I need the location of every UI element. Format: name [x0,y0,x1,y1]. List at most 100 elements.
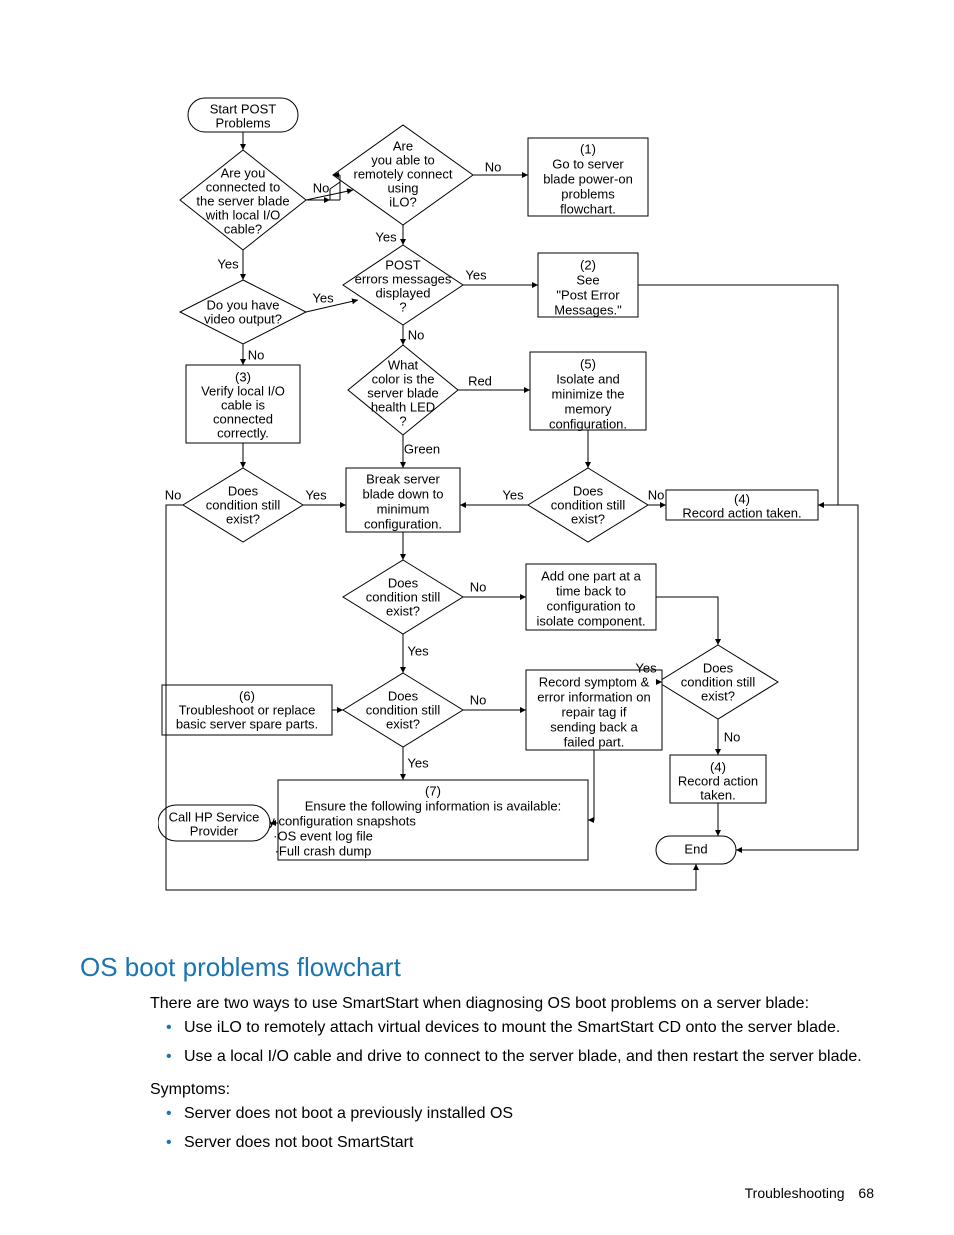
list-item: Use iLO to remotely attach virtual devic… [184,1016,900,1039]
svg-text:Does: Does [573,483,604,498]
svg-text:flowchart.: flowchart. [560,201,616,216]
svg-text:taken.: taken. [700,787,735,802]
svg-text:Red: Red [468,373,492,388]
svg-text:errors messages: errors messages [355,271,452,286]
svg-text:POST: POST [385,257,420,272]
footer-section-label: Troubleshooting [745,1185,845,1201]
list-item: Server does not boot SmartStart [184,1131,900,1154]
svg-text:Yes: Yes [217,256,239,271]
svg-text:configuration.: configuration. [364,516,442,531]
svg-text:displayed: displayed [376,285,431,300]
svg-text:repair tag if: repair tag if [561,704,626,719]
svg-text:Yes: Yes [407,643,429,658]
svg-text:Add one part at a: Add one part at a [541,568,642,583]
svg-text:(4): (4) [710,759,726,774]
svg-text:Call HP Service: Call HP Service [169,809,260,824]
svg-text:Yes: Yes [407,755,429,770]
svg-text:condition still: condition still [206,497,281,512]
svg-text:What: What [388,357,419,372]
svg-text:Do you have: Do you have [207,297,280,312]
svg-text:Does: Does [703,660,734,675]
svg-text:sending back a: sending back a [550,719,638,734]
svg-text:condition still: condition still [551,497,626,512]
svg-text:remotely connect: remotely connect [354,166,453,181]
svg-text:Yes: Yes [375,229,397,244]
svg-text:No: No [313,180,330,195]
svg-text:using: using [387,180,418,195]
svg-text:blade down to: blade down to [363,486,444,501]
svg-text:Record action taken.: Record action taken. [682,505,801,520]
svg-text:minimum: minimum [377,501,430,516]
svg-text:Record action: Record action [678,773,758,788]
svg-text:Start POST: Start POST [210,101,277,116]
svg-text:Break server: Break server [366,471,440,486]
svg-text:memory: memory [565,401,612,416]
svg-text:Provider: Provider [190,823,239,838]
svg-text:error information on: error information on [537,689,650,704]
svg-text:problems: problems [561,186,615,201]
page-footer: Troubleshooting 68 [745,1185,874,1201]
svg-text:(7): (7) [425,783,441,798]
svg-text:"Post Error: "Post Error [556,287,620,302]
svg-text:blade power-on: blade power-on [543,171,633,186]
svg-text:·Full crash dump: ·Full crash dump [275,843,372,858]
svg-text:Record symptom &: Record symptom & [539,674,650,689]
svg-text:Green: Green [404,441,440,456]
svg-text:No: No [485,159,502,174]
svg-text:video output?: video output? [204,311,282,326]
page-number: 68 [858,1185,874,1201]
svg-text:Yes: Yes [635,660,657,675]
svg-text:exist?: exist? [226,511,260,526]
svg-text:condition still: condition still [366,702,441,717]
svg-text:Are you: Are you [221,165,266,180]
list-item: Server does not boot a previously instal… [184,1102,900,1125]
svg-text:configuration to: configuration to [547,598,636,613]
svg-text:?: ? [399,413,406,428]
svg-text:correctly.: correctly. [217,425,269,440]
svg-text:Yes: Yes [465,267,487,282]
svg-text:No: No [408,327,425,342]
svg-text:cable?: cable? [224,221,262,236]
svg-text:basic server spare parts.: basic server spare parts. [176,716,318,731]
symptoms-label: Symptoms: [150,1078,900,1101]
svg-text:with local I/O: with local I/O [205,207,280,222]
svg-text:you able to: you able to [371,152,435,167]
svg-text:condition still: condition still [366,589,441,604]
svg-text:Verify local I/O: Verify local I/O [201,383,285,398]
svg-text:exist?: exist? [701,688,735,703]
list-item: Use a local I/O cable and drive to conne… [184,1045,900,1068]
svg-text:health LED: health LED [371,399,435,414]
svg-text:Yes: Yes [305,487,327,502]
flowchart-diagram: Start POST Problems Are you connected to… [158,90,906,902]
svg-text:the server blade: the server blade [196,193,289,208]
svg-text:Yes: Yes [502,487,524,502]
svg-text:Troubleshoot or replace: Troubleshoot or replace [179,702,316,717]
svg-text:(5): (5) [580,356,596,371]
svg-text:(2): (2) [580,257,596,272]
svg-text:Does: Does [388,688,419,703]
methods-list: Use iLO to remotely attach virtual devic… [150,1016,900,1074]
svg-text:connected to: connected to [206,179,280,194]
svg-text:(4): (4) [734,491,750,506]
svg-text:Go to server: Go to server [552,156,624,171]
svg-text:No: No [470,579,487,594]
svg-text:Does: Does [388,575,419,590]
svg-text:·OS event log file: ·OS event log file [273,828,373,843]
svg-text:exist?: exist? [571,511,605,526]
svg-text:cable is: cable is [221,397,266,412]
svg-text:No: No [165,487,182,502]
svg-text:connected: connected [213,411,273,426]
svg-text:exist?: exist? [386,603,420,618]
symptoms-list: Server does not boot a previously instal… [150,1102,900,1160]
svg-text:minimize the: minimize the [552,386,625,401]
svg-text:Ensure the following informati: Ensure the following information is avai… [305,798,562,813]
section-heading: OS boot problems flowchart [80,952,401,983]
svg-text:No: No [724,729,741,744]
svg-text:failed part.: failed part. [564,734,625,749]
svg-text:Problems: Problems [216,115,271,130]
svg-text:configuration.: configuration. [549,416,627,431]
svg-text:Are: Are [393,138,413,153]
svg-text:See: See [576,272,599,287]
svg-text:Does: Does [228,483,259,498]
svg-text:condition still: condition still [681,674,756,689]
